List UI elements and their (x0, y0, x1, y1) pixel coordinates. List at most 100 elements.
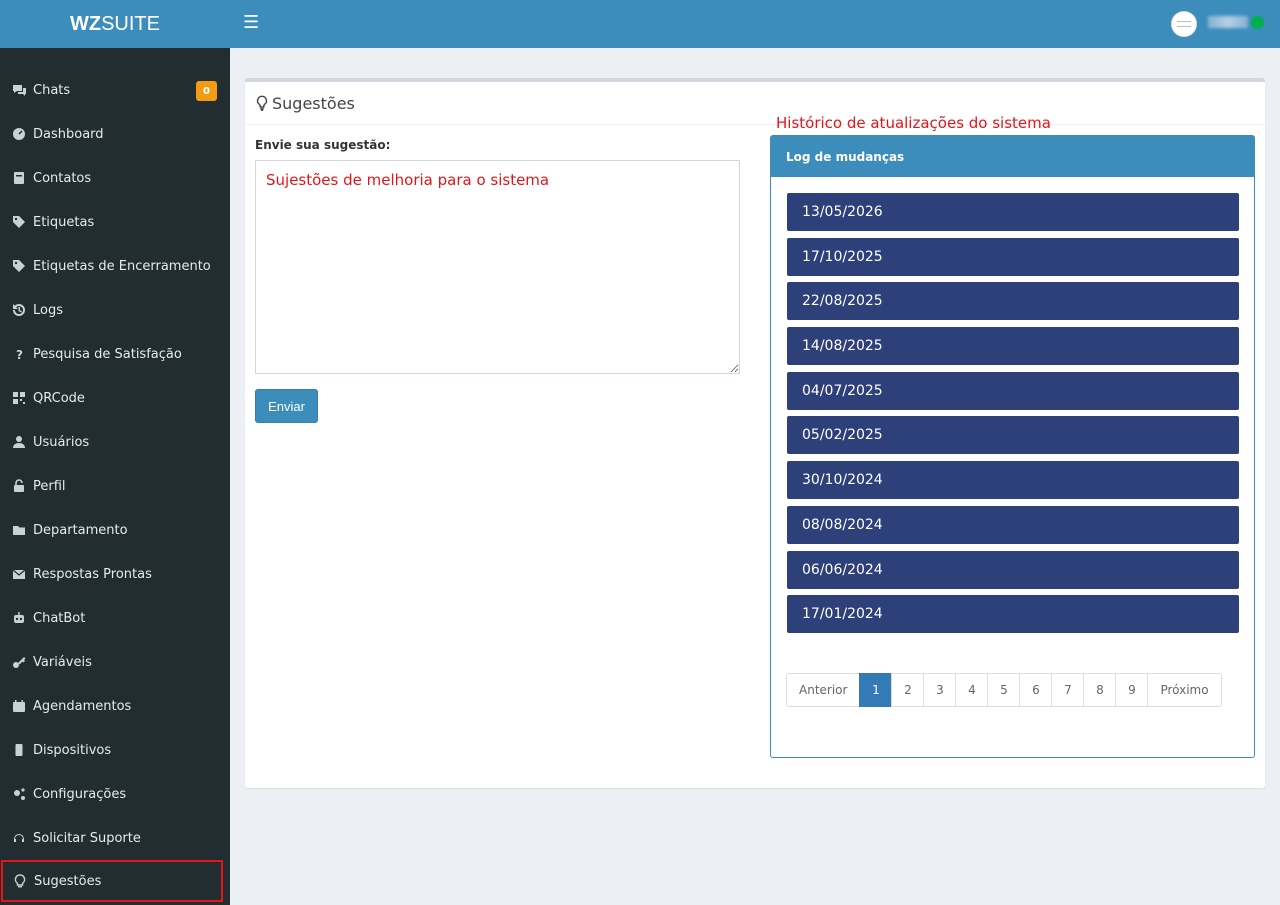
mobile-icon (10, 742, 28, 758)
sidebar-item-agendamentos[interactable]: Agendamentos (0, 684, 230, 728)
calendar-icon (10, 698, 28, 714)
sidebar-item-label: Perfil (33, 478, 66, 494)
robot-icon (10, 610, 28, 626)
cogs-icon (10, 786, 28, 802)
user-name-blurred[interactable] (1208, 16, 1248, 28)
sidebar-item-label: Etiquetas de Encerramento (33, 258, 211, 274)
sidebar-item-perfil[interactable]: Perfil (0, 464, 230, 508)
sidebar-item-usuarios[interactable]: Usuários (0, 420, 230, 464)
pagination-page-8[interactable]: 8 (1083, 673, 1117, 707)
pagination-next-button[interactable]: Próximo (1147, 673, 1222, 707)
sidebar-item-label: Agendamentos (33, 698, 132, 714)
sidebar-item-chatbot[interactable]: ChatBot (0, 596, 230, 640)
top-navbar: ☰ (230, 0, 1280, 48)
changelog-item[interactable]: 05/02/2025 (787, 416, 1239, 455)
pagination-page-3[interactable]: 3 (923, 673, 957, 707)
sidebar-item-label: Pesquisa de Satisfação (33, 346, 182, 362)
history-title: Histórico de atualizações do sistema (776, 114, 1051, 132)
folder-icon (10, 522, 28, 538)
sidebar-item-configuracoes[interactable]: Configurações (0, 772, 230, 816)
changelog-item[interactable]: 22/08/2025 (787, 282, 1239, 321)
pagination-page-1[interactable]: 1 (859, 673, 893, 707)
app-logo[interactable]: WZ SUITE (0, 0, 230, 48)
sidebar-item-dispositivos[interactable]: Dispositivos (0, 728, 230, 772)
changelog-item[interactable]: 14/08/2025 (787, 327, 1239, 366)
suggestion-textarea[interactable] (255, 160, 740, 374)
suggestions-box: Sugestões Envie sua sugestão: Enviar His… (245, 78, 1265, 788)
headset-icon (10, 830, 28, 846)
history-icon (10, 302, 28, 318)
changelog-item[interactable]: 30/10/2024 (787, 461, 1239, 500)
sidebar-item-label: Solicitar Suporte (33, 830, 141, 846)
sidebar-item-etiquetas-de-encerramento[interactable]: Etiquetas de Encerramento (0, 244, 230, 288)
question-icon: ? (10, 346, 28, 362)
suggestion-form-label: Envie sua sugestão: (255, 138, 391, 152)
changelog-item[interactable]: 17/01/2024 (787, 595, 1239, 634)
lightbulb-icon (256, 95, 268, 111)
send-button[interactable]: Enviar (255, 389, 318, 423)
address-book-icon (10, 170, 28, 186)
sidebar: Chats 0 Dashboard Contatos Etiquetas Etiqueta… (0, 48, 230, 905)
dashboard-icon (10, 126, 28, 142)
lightbulb-icon (11, 873, 29, 889)
pagination-prev-button[interactable]: Anterior (786, 673, 861, 707)
sidebar-item-dashboard[interactable]: Dashboard (0, 112, 230, 156)
sidebar-item-etiquetas[interactable]: Etiquetas (0, 200, 230, 244)
sidebar-item-label: Chats (33, 82, 71, 98)
pagination-page-7[interactable]: 7 (1051, 673, 1085, 707)
sidebar-item-label: ChatBot (33, 610, 86, 626)
sidebar-item-label: Logs (33, 302, 63, 318)
sidebar-item-qrcode[interactable]: QRCode (0, 376, 230, 420)
sidebar-item-label: Departamento (33, 522, 128, 538)
hamburger-icon[interactable]: ☰ (243, 12, 259, 33)
sidebar-item-contatos[interactable]: Contatos (0, 156, 230, 200)
sidebar-item-logs[interactable]: Logs (0, 288, 230, 332)
sidebar-item-solicitar-suporte[interactable]: Solicitar Suporte (0, 816, 230, 860)
logo-rest: SUITE (101, 12, 160, 35)
sidebar-item-label: Respostas Prontas (33, 566, 152, 582)
user-icon (10, 434, 28, 450)
changelog-header: Log de mudanças (771, 136, 1254, 177)
changelog-panel: Log de mudanças 13/05/2026 17/10/2025 22/0… (770, 135, 1255, 758)
sidebar-item-label: Contatos (33, 170, 92, 186)
online-status-dot (1251, 16, 1264, 29)
changelog-item[interactable]: 04/07/2025 (787, 371, 1239, 410)
pagination: Anterior 1 2 3 4 5 6 7 8 9 Próximo (786, 673, 1222, 707)
page-title: Sugestões (272, 93, 355, 113)
sidebar-item-label: Dispositivos (33, 742, 112, 758)
sidebar-item-label: Sugestões (34, 873, 102, 889)
sidebar-item-pesquisa-de-satisfacao[interactable]: ? Pesquisa de Satisfação (0, 332, 230, 376)
logo-bold: WZ (70, 12, 102, 35)
changelog-item[interactable]: 13/05/2026 (787, 193, 1239, 231)
pagination-page-5[interactable]: 5 (987, 673, 1021, 707)
sidebar-item-label: Etiquetas (33, 214, 95, 230)
pagination-page-4[interactable]: 4 (955, 673, 989, 707)
tags-icon (10, 258, 28, 274)
unread-count-badge: 0 (196, 81, 217, 101)
qrcode-icon (10, 390, 28, 406)
user-avatar[interactable] (1171, 11, 1197, 37)
pagination-page-6[interactable]: 6 (1019, 673, 1053, 707)
sidebar-item-label: Configurações (33, 786, 127, 802)
key-icon (10, 654, 28, 670)
changelog-item[interactable]: 08/08/2024 (787, 505, 1239, 544)
sidebar-item-sugestoes[interactable]: Sugestões (1, 860, 223, 902)
pagination-page-9[interactable]: 9 (1115, 673, 1149, 707)
sidebar-item-variaveis[interactable]: Variáveis (0, 640, 230, 684)
changelog-item[interactable]: 06/06/2024 (787, 550, 1239, 589)
sidebar-item-chats[interactable]: Chats 0 (0, 68, 230, 112)
sidebar-item-label: Dashboard (33, 126, 104, 142)
sidebar-item-departamento[interactable]: Departamento (0, 508, 230, 552)
tags-icon (10, 214, 28, 230)
envelope-icon (10, 566, 28, 582)
pagination-page-2[interactable]: 2 (891, 673, 925, 707)
changelog-item[interactable]: 17/10/2025 (787, 237, 1239, 276)
svg-text:?: ? (16, 348, 23, 361)
sidebar-item-label: Variáveis (33, 654, 92, 670)
unlock-icon (10, 478, 28, 494)
sidebar-item-label: Usuários (33, 434, 90, 450)
sidebar-item-label: QRCode (33, 390, 85, 406)
changelog-list: 13/05/2026 17/10/2025 22/08/2025 14/08/2025… (787, 193, 1239, 640)
sidebar-item-respostas-prontas[interactable]: Respostas Prontas (0, 552, 230, 596)
box-header: Sugestões (245, 82, 1265, 125)
